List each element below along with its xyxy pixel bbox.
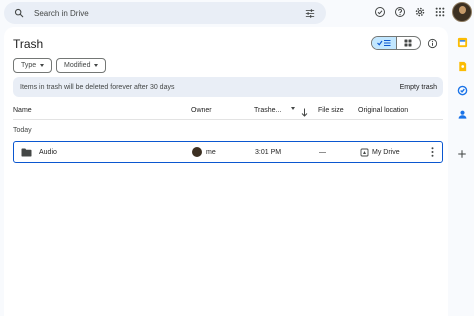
column-header-original-location[interactable]: Original location bbox=[358, 107, 408, 114]
column-header-file-size[interactable]: File size bbox=[318, 107, 344, 114]
folder-icon bbox=[21, 142, 32, 162]
list-view-button[interactable] bbox=[372, 37, 397, 49]
search-input[interactable]: Search in Drive bbox=[34, 9, 300, 18]
trash-retention-message: Items in trash will be deleted forever a… bbox=[20, 83, 175, 91]
type-filter-label: Type bbox=[21, 62, 37, 69]
chevron-down-icon bbox=[40, 64, 45, 67]
trash-info-banner: Items in trash will be deleted forever a… bbox=[13, 77, 443, 97]
main-content: Trash Type Modified Items in trash will … bbox=[4, 27, 448, 316]
grid-view-button[interactable] bbox=[397, 37, 421, 49]
file-name: Audio bbox=[39, 148, 57, 156]
filter-chips: Type Modified bbox=[13, 58, 106, 73]
add-addon-icon[interactable] bbox=[456, 148, 468, 160]
help-icon[interactable] bbox=[392, 4, 408, 20]
modified-filter-label: Modified bbox=[64, 62, 91, 69]
column-header-name[interactable]: Name bbox=[13, 107, 32, 114]
trashed-time: 3:01 PM bbox=[255, 148, 282, 156]
table-header: Name Owner Trashe... File size Original … bbox=[13, 105, 443, 120]
original-location: My Drive bbox=[372, 148, 400, 156]
calendar-icon[interactable] bbox=[456, 36, 468, 48]
sort-arrow-down-icon[interactable] bbox=[300, 107, 308, 117]
apps-grid-icon[interactable] bbox=[432, 4, 448, 20]
column-header-owner[interactable]: Owner bbox=[191, 107, 212, 114]
more-vert-icon[interactable] bbox=[428, 142, 436, 162]
chevron-down-icon[interactable] bbox=[291, 107, 295, 110]
account-avatar[interactable] bbox=[452, 2, 472, 22]
drive-trash-page: Search in Drive Trash Type Modified Item… bbox=[0, 0, 474, 316]
side-panel-rail bbox=[450, 0, 474, 316]
my-drive-icon bbox=[360, 142, 369, 162]
list-view-icon bbox=[376, 37, 391, 49]
search-options-icon[interactable] bbox=[300, 3, 320, 23]
keep-icon[interactable] bbox=[456, 60, 468, 72]
file-size: — bbox=[319, 148, 326, 156]
search-bar[interactable]: Search in Drive bbox=[4, 2, 326, 24]
page-title: Trash bbox=[13, 37, 44, 51]
search-icon[interactable] bbox=[8, 2, 30, 24]
owner-avatar bbox=[192, 147, 202, 157]
type-filter-chip[interactable]: Type bbox=[13, 58, 52, 73]
chevron-down-icon bbox=[94, 64, 99, 67]
table-row[interactable]: Audio me 3:01 PM — My Drive bbox=[13, 141, 443, 163]
modified-filter-chip[interactable]: Modified bbox=[56, 58, 106, 73]
offline-status-icon[interactable] bbox=[372, 4, 388, 20]
empty-trash-button[interactable]: Empty trash bbox=[400, 84, 437, 91]
group-label-today: Today bbox=[13, 127, 32, 134]
info-icon[interactable] bbox=[425, 36, 439, 50]
view-toggle bbox=[371, 36, 421, 50]
grid-view-icon bbox=[404, 37, 412, 49]
top-toolbar bbox=[372, 4, 448, 20]
tasks-icon[interactable] bbox=[456, 84, 468, 96]
settings-gear-icon[interactable] bbox=[412, 4, 428, 20]
contacts-icon[interactable] bbox=[456, 108, 468, 120]
owner-name: me bbox=[206, 148, 216, 156]
column-header-trashed[interactable]: Trashe... bbox=[254, 107, 281, 114]
